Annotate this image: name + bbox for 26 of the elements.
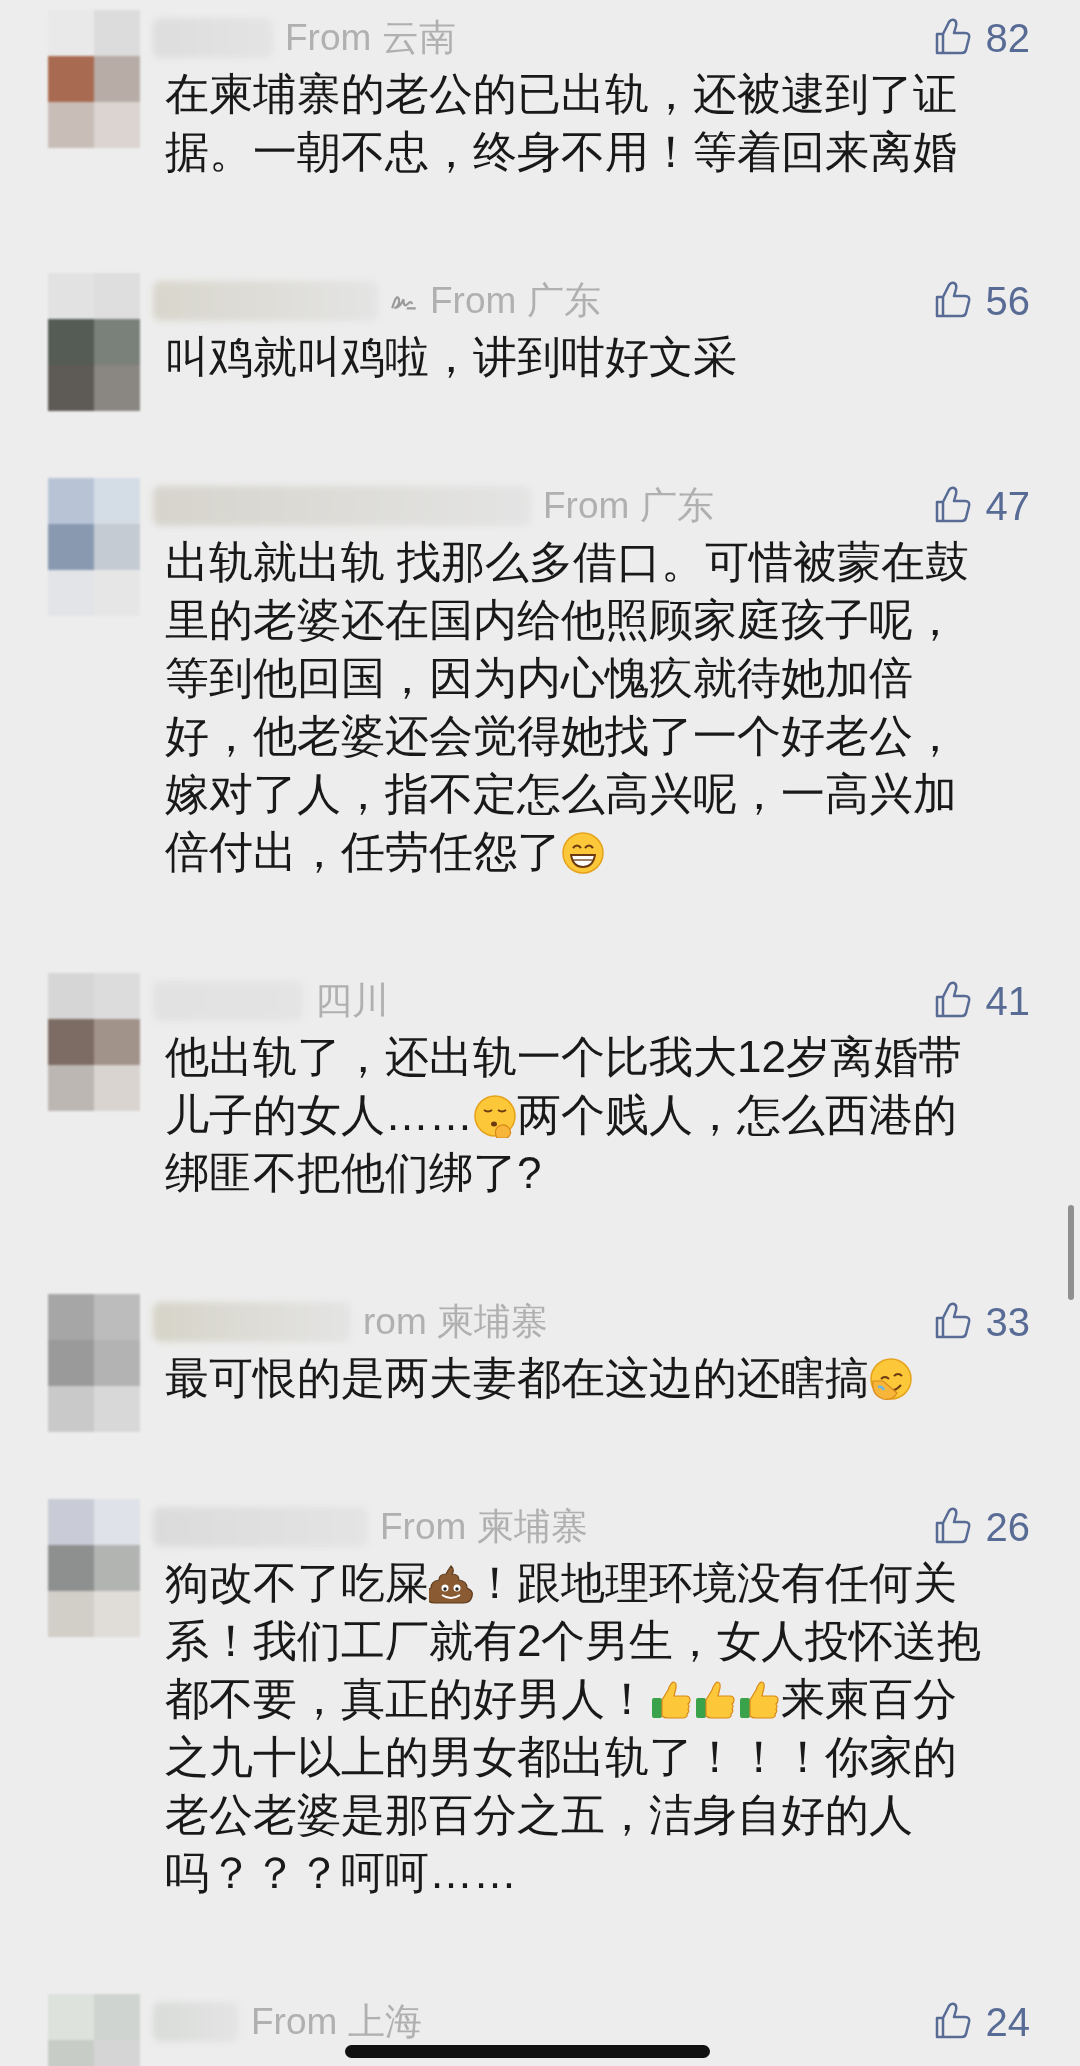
comment-text: 在柬埔寨的老公的已出轨，还被逮到了证据。一朝不忠，终身不用！等着回来离婚: [165, 68, 958, 178]
location-label: From 云南: [285, 15, 456, 60]
grinning-face-icon: [561, 831, 605, 875]
comment-text: 他出轨了，还出轨一个比我大12岁离婚带儿子的女人…… 两个贱人，怎么西港的绑匪不把他们绑了?: [165, 1031, 963, 1199]
thumbs-up-icon: [693, 1678, 737, 1722]
location-label: From 柬埔寨: [380, 1504, 588, 1549]
comment-text: 最可恨的是两夫妻都在这边的还瞎搞: [165, 1349, 995, 1407]
like-button[interactable]: 56: [933, 270, 1030, 331]
location-label: 四川: [315, 978, 389, 1023]
location-label: From 上海: [251, 1999, 422, 2044]
like-button[interactable]: 82: [933, 7, 1030, 68]
like-button[interactable]: 26: [933, 1496, 1030, 1557]
like-button[interactable]: 33: [933, 1291, 1030, 1352]
like-button[interactable]: 24: [933, 1991, 1030, 2052]
like-button[interactable]: 41: [933, 970, 1030, 1031]
location-label: From 广东: [543, 483, 714, 528]
like-button[interactable]: 47: [933, 475, 1030, 536]
location-label: rom 柬埔寨: [363, 1299, 548, 1344]
thumbs-up-icon: [737, 1678, 781, 1722]
comment-text: 叫鸡就叫鸡啦，讲到咁好文采: [165, 331, 738, 383]
comment-text: 出轨就出轨 找那么多借口。可惜被蒙在鼓里的老婆还在国内给他照顾家庭孩子呢，等到他回国，因为内心愧疚就待她加倍好，他老婆还会觉得她找了一个好老公，嫁对了人，指不定怎么高兴呢，一高兴加倍付出，任劳任怨了: [165, 536, 971, 878]
comment-text: 狗改不了吃屎 ！跟地理环境没有任何关系！我们工厂就有2个男生，女人投怀送抱都不要，真正的好男人！ 来柬百分之九十以上的男女都出轨了！！！你家的老公老婆是那百分之五，洁身自好的人吗？？？呵呵……: [165, 1557, 983, 1899]
face-with-hand-icon: [869, 1357, 913, 1401]
face-with-hand-icon: [473, 1094, 517, 1138]
thumbs-up-icon: [649, 1678, 693, 1722]
location-label: From 广东: [430, 278, 601, 323]
